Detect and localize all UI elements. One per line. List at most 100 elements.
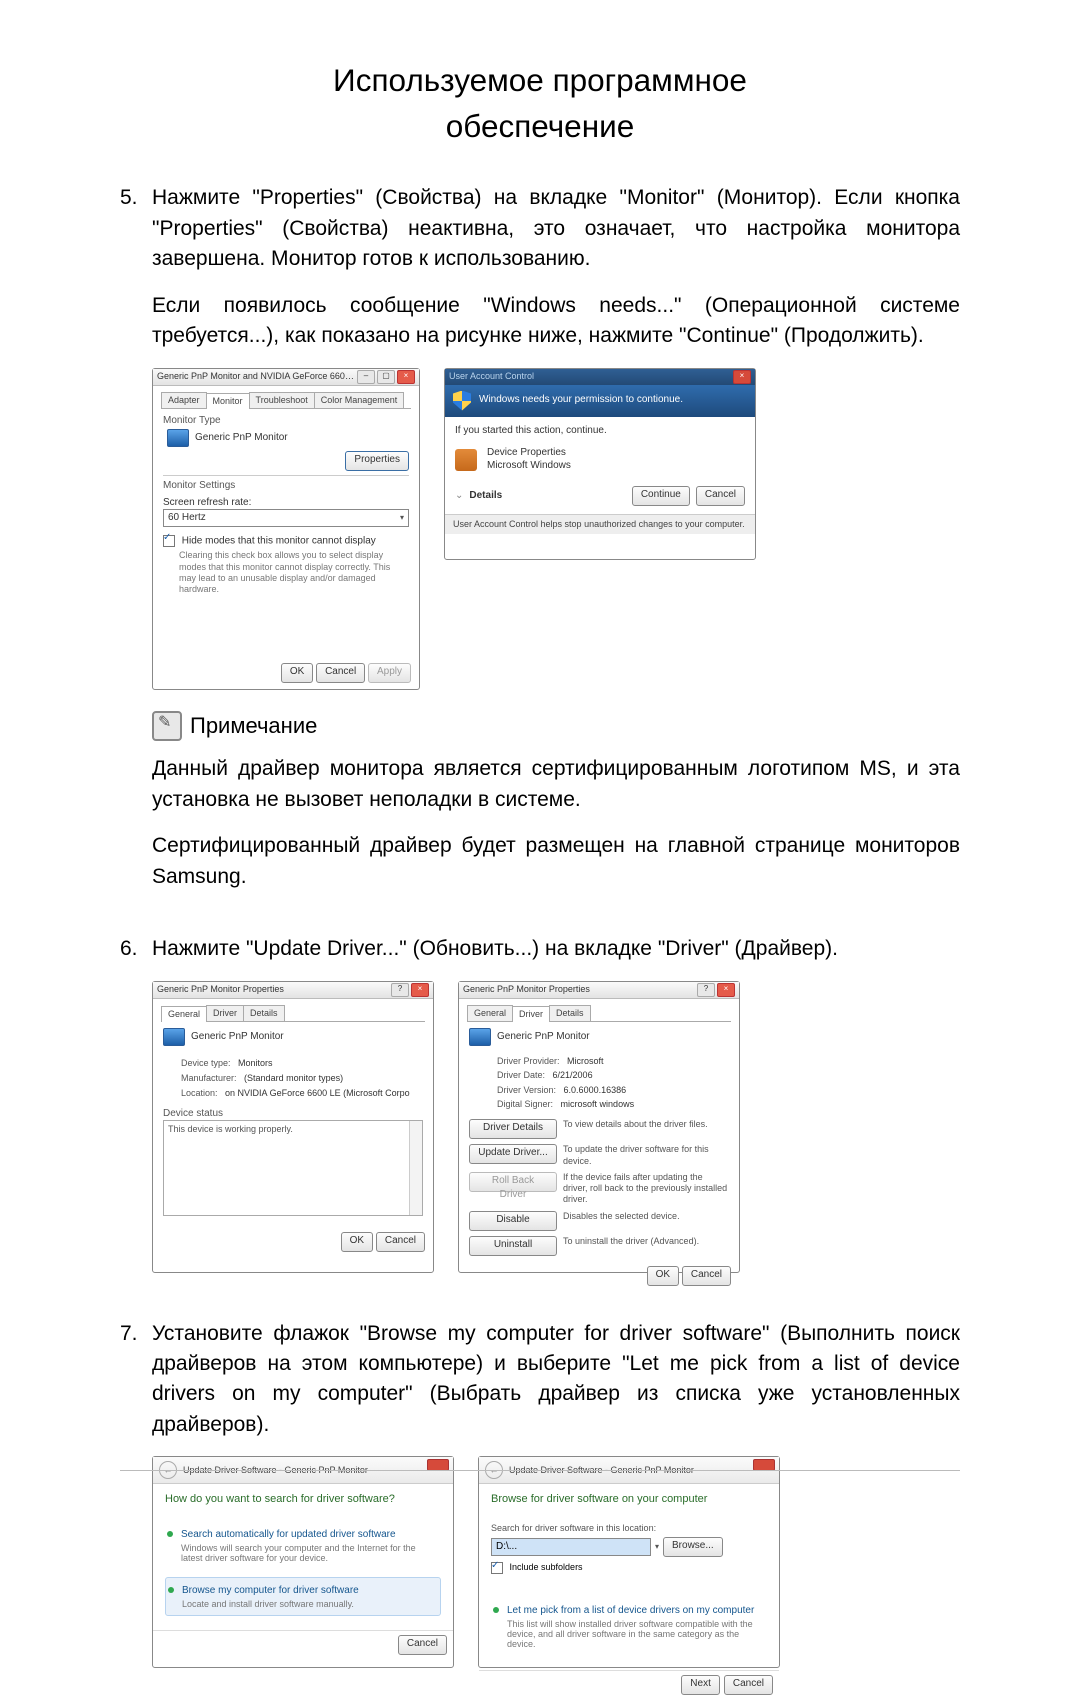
ok-button[interactable]: OK (647, 1266, 679, 1286)
driver-details-button[interactable]: Driver Details (469, 1119, 557, 1139)
option-browse-computer[interactable]: Browse my computer for driver software L… (165, 1577, 441, 1616)
refresh-rate-select[interactable]: 60 Hertz ▾ (163, 509, 409, 527)
driver-date-value: 6/21/2006 (553, 1070, 593, 1080)
cancel-button[interactable]: Cancel (398, 1635, 447, 1655)
titlebar: Generic PnP Monitor Properties ?× (459, 982, 739, 999)
tab-driver[interactable]: Driver (206, 1005, 244, 1021)
step-5: 5. Нажмите "Properties" (Свойства) на вк… (120, 183, 960, 908)
minimize-icon[interactable]: – (357, 370, 375, 384)
monitor-icon (163, 1028, 185, 1046)
device-type-value: Monitors (238, 1058, 273, 1068)
general-properties-window: Generic PnP Monitor Properties ?× Genera… (152, 981, 434, 1273)
step-5-number: 5. (120, 183, 152, 908)
uac-window: User Account Control × Windows needs you… (444, 368, 756, 560)
uac-message: Windows needs your permission to contion… (479, 394, 683, 407)
arrow-icon (493, 1607, 499, 1613)
roll-back-driver-button[interactable]: Roll Back Driver (469, 1172, 557, 1192)
tab-driver[interactable]: Driver (512, 1006, 550, 1022)
note-heading-text: Примечание (190, 710, 317, 742)
cancel-button[interactable]: Cancel (724, 1675, 773, 1695)
uninstall-button[interactable]: Uninstall (469, 1236, 557, 1256)
digital-signer-label: Digital Signer: (497, 1099, 553, 1109)
step-5-para-1: Нажмите "Properties" (Свойства) на вклад… (152, 183, 960, 274)
uac-footer: User Account Control helps stop unauthor… (445, 514, 755, 534)
figure-row-1: Generic PnP Monitor and NVIDIA GeForce 6… (152, 368, 960, 691)
uac-continue-line: If you started this action, continue. (455, 425, 745, 438)
tab-troubleshoot[interactable]: Troubleshoot (249, 392, 315, 408)
driver-provider-label: Driver Provider: (497, 1056, 560, 1066)
figure-row-3: ← Update Driver Software - Generic PnP M… (152, 1456, 960, 1668)
step-7-number: 7. (120, 1319, 152, 1689)
cancel-button[interactable]: Cancel (316, 663, 365, 683)
titlebar: Generic PnP Monitor Properties ?× (153, 982, 433, 999)
location-input[interactable]: D:\... (491, 1538, 651, 1556)
close-icon[interactable]: × (717, 983, 735, 997)
details-toggle[interactable]: Details (469, 490, 625, 503)
maximize-icon[interactable]: ▢ (377, 370, 395, 384)
refresh-rate-label: Screen refresh rate: (163, 497, 409, 510)
uac-app-publisher: Microsoft Windows (487, 460, 571, 473)
window-title: Generic PnP Monitor Properties (157, 984, 391, 995)
tab-general[interactable]: General (467, 1005, 513, 1021)
option-title: Let me pick from a list of device driver… (507, 1604, 763, 1619)
tab-general[interactable]: General (161, 1006, 207, 1022)
tab-details[interactable]: Details (549, 1005, 591, 1021)
page-title-line1: Используемое программное (120, 58, 960, 104)
cancel-button[interactable]: Cancel (682, 1266, 731, 1286)
window-title: Generic PnP Monitor and NVIDIA GeForce 6… (157, 371, 357, 382)
driver-properties-window: Generic PnP Monitor Properties ?× Genera… (458, 981, 740, 1273)
device-name: Generic PnP Monitor (191, 1031, 284, 1044)
step-5-para-2: Если появилось сообщение "Windows needs.… (152, 291, 960, 352)
close-icon[interactable]: × (411, 983, 429, 997)
close-icon[interactable]: × (733, 370, 751, 384)
page-title-line2: обеспечение (120, 104, 960, 150)
device-status-label: Device status (163, 1108, 423, 1121)
include-subfolders-checkbox[interactable] (491, 1562, 503, 1574)
page-title: Используемое программное обеспечение (120, 58, 960, 149)
update-driver-desc: To update the driver software for this d… (563, 1144, 729, 1167)
option-desc: Locate and install driver software manua… (182, 1599, 436, 1609)
option-desc: This list will show installed driver sof… (507, 1619, 763, 1650)
location-label: Location: (181, 1088, 218, 1098)
tab-color-management[interactable]: Color Management (314, 392, 405, 408)
update-driver-button[interactable]: Update Driver... (469, 1144, 557, 1164)
help-icon[interactable]: ? (391, 983, 409, 997)
option-search-auto[interactable]: Search automatically for updated driver … (165, 1522, 441, 1569)
device-name: Generic PnP Monitor (497, 1031, 590, 1044)
cancel-button[interactable]: Cancel (696, 486, 745, 506)
update-driver-wizard-browse: ← Update Driver Software - Generic PnP M… (478, 1456, 780, 1668)
note-icon (152, 711, 182, 741)
option-let-me-pick[interactable]: Let me pick from a list of device driver… (491, 1598, 767, 1656)
continue-button[interactable]: Continue (632, 486, 690, 506)
apply-button[interactable]: Apply (368, 663, 411, 683)
step-6-number: 6. (120, 934, 152, 1292)
arrow-icon (167, 1531, 173, 1537)
properties-button[interactable]: Properties (345, 451, 409, 471)
monitor-settings-label: Monitor Settings (163, 480, 409, 493)
close-icon[interactable]: × (397, 370, 415, 384)
manufacturer-label: Manufacturer: (181, 1073, 237, 1083)
tab-details[interactable]: Details (243, 1005, 285, 1021)
monitor-type-value: Generic PnP Monitor (195, 432, 288, 445)
titlebar: Generic PnP Monitor and NVIDIA GeForce 6… (153, 369, 419, 386)
ok-button[interactable]: OK (281, 663, 313, 683)
hide-modes-checkbox[interactable] (163, 535, 175, 547)
chevron-down-icon[interactable]: ▾ (655, 1541, 659, 1553)
disable-button[interactable]: Disable (469, 1211, 557, 1231)
step-7: 7. Установите флажок "Browse my computer… (120, 1319, 960, 1689)
tab-adapter[interactable]: Adapter (161, 392, 207, 408)
uac-app-name: Device Properties (487, 447, 571, 460)
help-icon[interactable]: ? (697, 983, 715, 997)
monitor-properties-window: Generic PnP Monitor and NVIDIA GeForce 6… (152, 368, 420, 691)
update-driver-wizard-search: ← Update Driver Software - Generic PnP M… (152, 1456, 454, 1668)
note-para-2: Сертифицированный драйвер будет размещен… (152, 831, 960, 892)
location-label: Search for driver software in this locat… (491, 1522, 767, 1535)
roll-back-driver-desc: If the device fails after updating the d… (563, 1172, 729, 1206)
ok-button[interactable]: OK (341, 1232, 373, 1252)
tab-monitor[interactable]: Monitor (206, 393, 250, 409)
scrollbar[interactable] (409, 1121, 422, 1215)
cancel-button[interactable]: Cancel (376, 1232, 425, 1252)
next-button[interactable]: Next (681, 1675, 720, 1695)
browse-button[interactable]: Browse... (663, 1537, 723, 1557)
option-desc: Windows will search your computer and th… (181, 1543, 437, 1564)
